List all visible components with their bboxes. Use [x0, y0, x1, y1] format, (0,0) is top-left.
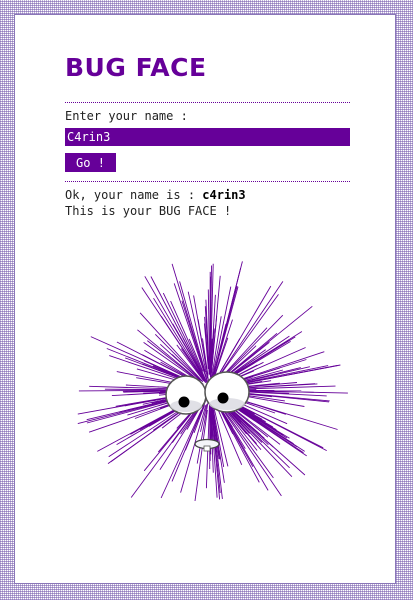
left-pupil: [178, 396, 190, 408]
result-line-2: This is your BUG FACE !: [65, 204, 232, 218]
right-pupil: [217, 392, 229, 404]
go-button[interactable]: Go !: [65, 153, 116, 172]
bug-face-image: [77, 261, 348, 502]
name-input[interactable]: [65, 128, 350, 146]
tooth: [203, 445, 211, 452]
page-title: BUG FACE: [65, 53, 207, 82]
result-name: c4rin3: [202, 188, 246, 202]
page-panel: BUG FACE Enter your name : Go ! Ok, your…: [14, 14, 396, 584]
middle-divider: [65, 181, 350, 182]
top-divider: [65, 102, 350, 103]
name-label: Enter your name :: [65, 109, 188, 123]
result-text: Ok, your name is : c4rin3 This is your B…: [65, 187, 246, 219]
bug-spike: [173, 283, 208, 382]
result-prefix: Ok, your name is :: [65, 188, 203, 202]
